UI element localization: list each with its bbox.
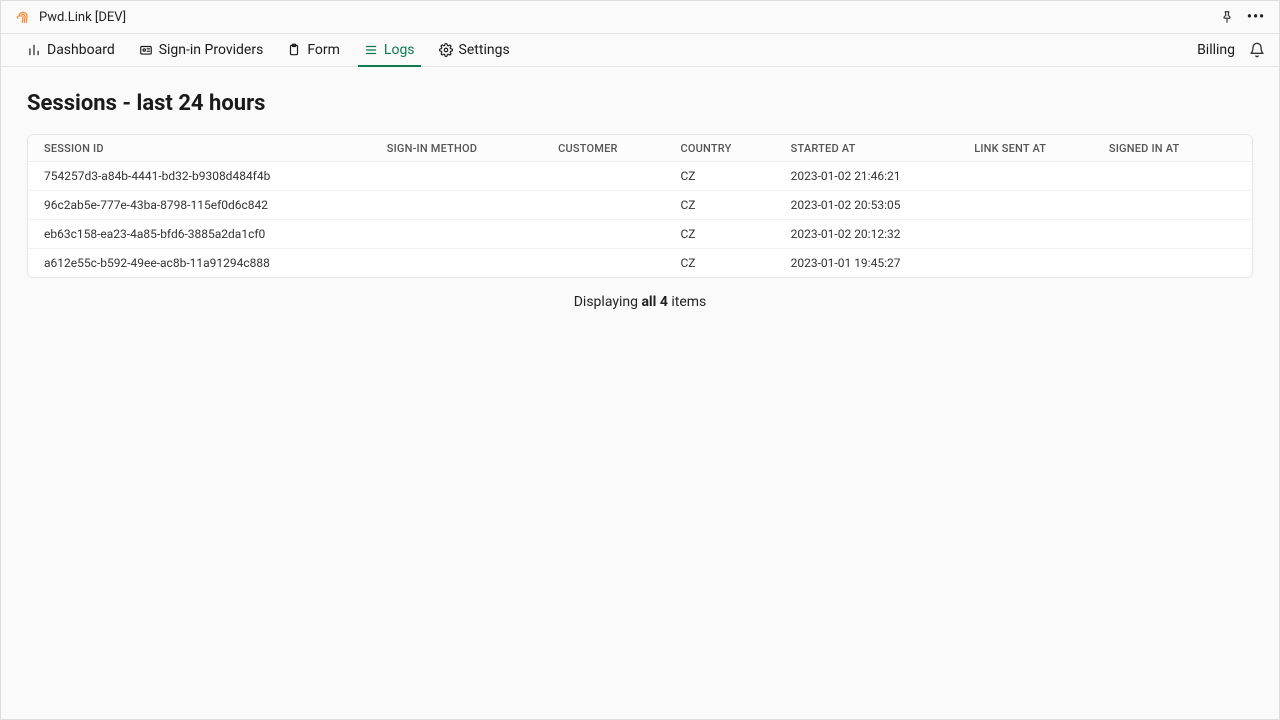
cell-country: CZ bbox=[664, 249, 774, 278]
tab-logs[interactable]: Logs bbox=[352, 34, 427, 66]
tab-label: Dashboard bbox=[47, 42, 115, 58]
header-left: Pwd.Link [DEV] bbox=[15, 9, 126, 25]
cell-signin-method bbox=[371, 249, 542, 278]
cell-customer bbox=[542, 220, 664, 249]
tab-settings[interactable]: Settings bbox=[427, 34, 522, 66]
gear-icon bbox=[439, 43, 453, 57]
chart-icon bbox=[27, 43, 41, 57]
cell-signin-method bbox=[371, 220, 542, 249]
cell-customer bbox=[542, 162, 664, 191]
nav-left: Dashboard Sign-in Providers Form bbox=[15, 34, 522, 66]
summary-suffix: items bbox=[668, 294, 706, 310]
col-customer[interactable]: CUSTOMER bbox=[542, 135, 664, 162]
col-signin-method[interactable]: SIGN-IN METHOD bbox=[371, 135, 542, 162]
cell-session-id: 96c2ab5e-777e-43ba-8798-115ef0d6c842 bbox=[28, 191, 371, 220]
summary-bold: all 4 bbox=[641, 294, 667, 310]
page-title: Sessions - last 24 hours bbox=[27, 91, 1253, 116]
bell-icon[interactable] bbox=[1249, 42, 1265, 58]
cell-started-at: 2023-01-01 19:45:27 bbox=[775, 249, 959, 278]
cell-country: CZ bbox=[664, 220, 774, 249]
tab-label: Form bbox=[307, 42, 340, 58]
cell-started-at: 2023-01-02 21:46:21 bbox=[775, 162, 959, 191]
app-header: Pwd.Link [DEV] ••• bbox=[1, 1, 1279, 34]
clipboard-icon bbox=[287, 43, 301, 57]
nav-right: Billing bbox=[1197, 34, 1265, 66]
cell-link-sent-at bbox=[958, 191, 1093, 220]
fingerprint-icon bbox=[15, 9, 31, 25]
col-signed-in-at[interactable]: SIGNED IN AT bbox=[1093, 135, 1252, 162]
sessions-table: SESSION ID SIGN-IN METHOD CUSTOMER COUNT… bbox=[27, 134, 1253, 278]
cell-started-at: 2023-01-02 20:12:32 bbox=[775, 220, 959, 249]
cell-session-id: eb63c158-ea23-4a85-bfd6-3885a2da1cf0 bbox=[28, 220, 371, 249]
cell-customer bbox=[542, 249, 664, 278]
table-summary: Displaying all 4 items bbox=[27, 294, 1253, 310]
id-card-icon bbox=[139, 43, 153, 57]
page-content: Sessions - last 24 hours SESSION ID SIGN… bbox=[1, 67, 1279, 334]
col-session-id[interactable]: SESSION ID bbox=[28, 135, 371, 162]
summary-prefix: Displaying bbox=[574, 294, 642, 310]
col-started-at[interactable]: STARTED AT bbox=[775, 135, 959, 162]
table-row[interactable]: 754257d3-a84b-4441-bd32-b9308d484f4b CZ20… bbox=[28, 162, 1252, 191]
header-right: ••• bbox=[1219, 9, 1265, 25]
cell-country: CZ bbox=[664, 162, 774, 191]
table-row[interactable]: eb63c158-ea23-4a85-bfd6-3885a2da1cf0 CZ20… bbox=[28, 220, 1252, 249]
col-country[interactable]: COUNTRY bbox=[664, 135, 774, 162]
cell-customer bbox=[542, 191, 664, 220]
tab-label: Logs bbox=[384, 42, 415, 58]
tab-dashboard[interactable]: Dashboard bbox=[15, 34, 127, 66]
cell-signed-in-at bbox=[1093, 249, 1252, 278]
billing-link[interactable]: Billing bbox=[1197, 42, 1235, 58]
cell-started-at: 2023-01-02 20:53:05 bbox=[775, 191, 959, 220]
cell-signed-in-at bbox=[1093, 162, 1252, 191]
app-title: Pwd.Link [DEV] bbox=[39, 10, 126, 25]
col-link-sent-at[interactable]: LINK SENT AT bbox=[958, 135, 1093, 162]
cell-signin-method bbox=[371, 162, 542, 191]
cell-signed-in-at bbox=[1093, 220, 1252, 249]
cell-link-sent-at bbox=[958, 249, 1093, 278]
more-icon[interactable]: ••• bbox=[1247, 10, 1265, 24]
cell-session-id: 754257d3-a84b-4441-bd32-b9308d484f4b bbox=[28, 162, 371, 191]
tab-label: Sign-in Providers bbox=[159, 42, 264, 58]
list-icon bbox=[364, 43, 378, 57]
table-row[interactable]: a612e55c-b592-49ee-ac8b-11a91294c888 CZ20… bbox=[28, 249, 1252, 278]
tab-form[interactable]: Form bbox=[275, 34, 352, 66]
cell-link-sent-at bbox=[958, 162, 1093, 191]
table-row[interactable]: 96c2ab5e-777e-43ba-8798-115ef0d6c842 CZ20… bbox=[28, 191, 1252, 220]
cell-link-sent-at bbox=[958, 220, 1093, 249]
cell-session-id: a612e55c-b592-49ee-ac8b-11a91294c888 bbox=[28, 249, 371, 278]
nav-tabs: Dashboard Sign-in Providers Form bbox=[1, 34, 1279, 67]
cell-country: CZ bbox=[664, 191, 774, 220]
pin-icon[interactable] bbox=[1219, 9, 1235, 25]
tab-label: Settings bbox=[459, 42, 510, 58]
table-header-row: SESSION ID SIGN-IN METHOD CUSTOMER COUNT… bbox=[28, 135, 1252, 162]
tab-signin-providers[interactable]: Sign-in Providers bbox=[127, 34, 276, 66]
cell-signin-method bbox=[371, 191, 542, 220]
cell-signed-in-at bbox=[1093, 191, 1252, 220]
